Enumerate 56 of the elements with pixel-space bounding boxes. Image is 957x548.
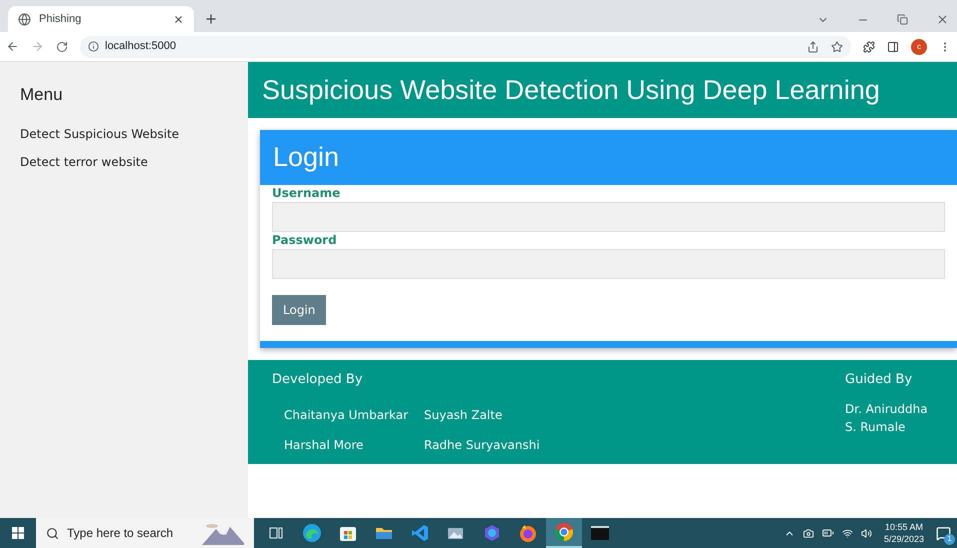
clock-date: 5/29/2023 bbox=[884, 533, 924, 545]
volume-icon[interactable] bbox=[860, 528, 872, 538]
clock-time: 10:55 AM bbox=[884, 521, 923, 533]
developer-name: Radhe Suryavanshi bbox=[424, 436, 541, 454]
sidebar-title: Menu bbox=[19, 84, 64, 106]
firefox-icon bbox=[518, 523, 538, 543]
reload-icon[interactable] bbox=[56, 40, 68, 52]
taskbar-search-field[interactable]: Type here to search bbox=[36, 518, 254, 548]
chrome-icon bbox=[554, 522, 574, 542]
browser-icon bbox=[302, 523, 322, 543]
camera-icon[interactable] bbox=[802, 528, 814, 538]
input-field[interactable] bbox=[272, 202, 945, 232]
browser-tab[interactable]: Phishing bbox=[8, 6, 194, 32]
restore-icon[interactable] bbox=[897, 14, 908, 25]
sidebar-link[interactable]: Detect terror website bbox=[0, 148, 248, 176]
guide-name: S. Rumale bbox=[845, 418, 906, 436]
card-title: Login bbox=[273, 141, 340, 174]
search-icon bbox=[46, 526, 59, 540]
windows-start-icon[interactable] bbox=[12, 527, 24, 539]
footer-heading: Guided By bbox=[845, 371, 914, 389]
terminal-icon bbox=[590, 523, 610, 543]
notification-badge: 1 bbox=[944, 534, 955, 544]
footer-heading: Developed By bbox=[272, 371, 364, 389]
share-icon[interactable] bbox=[807, 40, 819, 52]
login-button[interactable]: Login bbox=[272, 295, 326, 325]
mountain-icon bbox=[200, 521, 244, 545]
bookmark-star-icon[interactable] bbox=[831, 40, 843, 52]
extensions-icon[interactable] bbox=[863, 40, 875, 52]
globe-icon bbox=[18, 12, 31, 26]
info-icon bbox=[88, 41, 99, 52]
search-placeholder: Type here to search bbox=[67, 525, 174, 542]
side-panel-icon[interactable] bbox=[887, 40, 899, 52]
back-icon[interactable] bbox=[6, 40, 19, 53]
url-field[interactable]: localhost:5000 bbox=[80, 36, 851, 58]
input-field[interactable] bbox=[272, 249, 945, 279]
tab-title: Phishing bbox=[39, 12, 82, 27]
profile-avatar[interactable]: c bbox=[911, 38, 927, 54]
sidebar-link[interactable]: Detect Suspicious Website bbox=[0, 120, 248, 148]
guide-name: Dr. Aniruddha bbox=[845, 400, 929, 418]
clock[interactable]: 10:55 AM 5/29/2023 bbox=[884, 521, 924, 545]
page-title: Suspicious Website Detection Using Deep Learning bbox=[262, 74, 880, 107]
app-icon bbox=[482, 523, 502, 543]
notifications-icon[interactable] bbox=[936, 526, 951, 540]
task-view-icon bbox=[269, 526, 283, 540]
developer-name: Chaitanya Umbarkar bbox=[284, 406, 410, 424]
battery-icon[interactable] bbox=[822, 527, 834, 539]
close-icon[interactable] bbox=[173, 14, 184, 24]
field-label: Username bbox=[272, 185, 342, 201]
close-icon[interactable] bbox=[936, 13, 949, 26]
developer-name: Suyash Zalte bbox=[424, 406, 504, 424]
wifi-icon[interactable] bbox=[842, 528, 853, 538]
field-label: Password bbox=[272, 232, 338, 248]
new-tab-icon[interactable] bbox=[204, 12, 218, 26]
url-text: localhost:5000 bbox=[105, 39, 177, 54]
code-editor-icon bbox=[410, 523, 430, 543]
developer-name: Harshal More bbox=[284, 436, 364, 454]
